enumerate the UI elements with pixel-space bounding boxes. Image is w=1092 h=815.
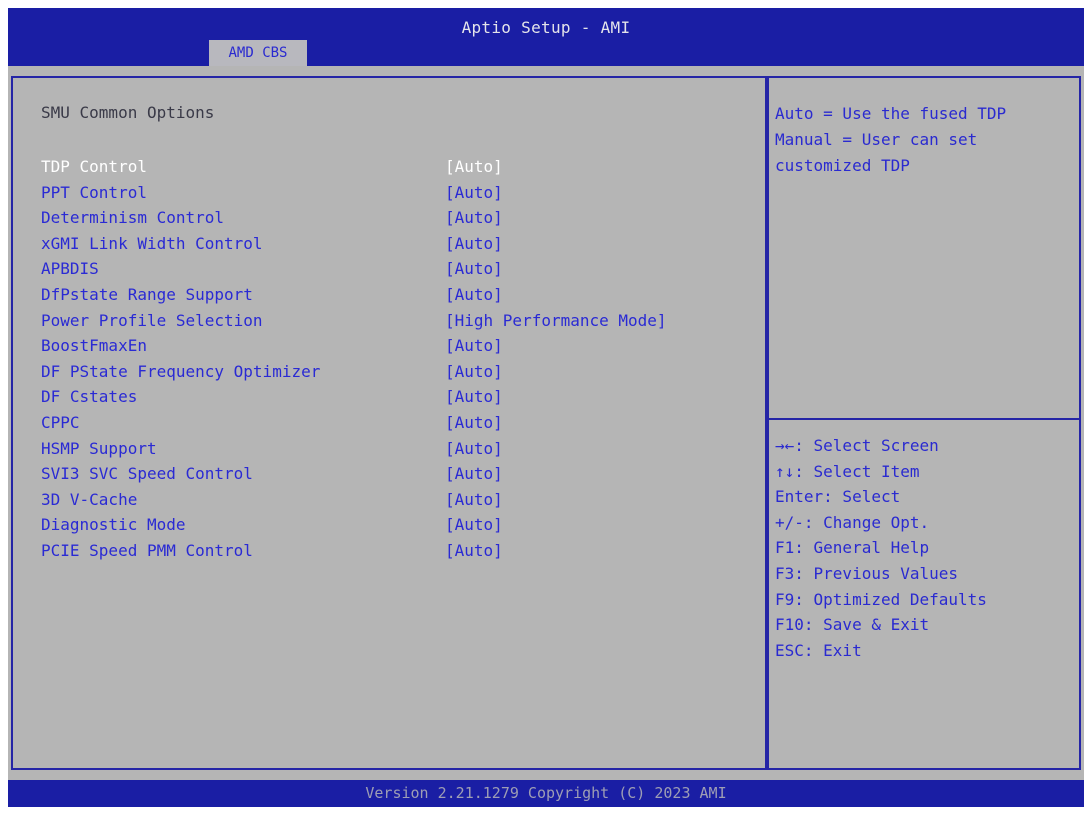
option-label: DF PState Frequency Optimizer xyxy=(41,361,321,381)
option-label: BoostFmaxEn xyxy=(41,336,147,356)
key-hint: F10: Save & Exit xyxy=(775,615,930,635)
option-value[interactable]: [Auto] xyxy=(445,359,503,385)
setup-option-row[interactable]: Determinism Control [Auto] xyxy=(41,205,741,231)
option-value[interactable]: [Auto] xyxy=(445,436,503,462)
header-bar: Aptio Setup - AMI AMD CBS xyxy=(8,8,1084,66)
setup-option-row[interactable]: xGMI Link Width Control [Auto] xyxy=(41,231,741,257)
option-label: PPT Control xyxy=(41,182,147,202)
key-hint: F1: General Help xyxy=(775,538,930,558)
app-title: Aptio Setup - AMI xyxy=(461,18,631,37)
tab-amd-cbs[interactable]: AMD CBS xyxy=(209,40,307,66)
option-label: SVI3 SVC Speed Control xyxy=(41,464,253,484)
option-value[interactable]: [High Performance Mode] xyxy=(445,308,667,334)
setup-option-row[interactable]: Power Profile Selection [High Performance… xyxy=(41,308,741,334)
option-value[interactable]: [Auto] xyxy=(445,410,503,436)
option-value[interactable]: [Auto] xyxy=(445,512,503,538)
key-hint: ↑↓: Select Item xyxy=(775,461,920,481)
help-divider xyxy=(769,418,1079,420)
option-value[interactable]: [Auto] xyxy=(445,154,503,180)
option-label: Diagnostic Mode xyxy=(41,515,186,535)
option-label: DfPstate Range Support xyxy=(41,284,253,304)
setup-option-row[interactable]: SVI3 SVC Speed Control [Auto] xyxy=(41,461,741,487)
setup-option-row[interactable]: PCIE Speed PMM Control [Auto] xyxy=(41,538,741,564)
option-label: APBDIS xyxy=(41,259,99,279)
setup-option-row[interactable]: HSMP Support [Auto] xyxy=(41,436,741,462)
option-value[interactable]: [Auto] xyxy=(445,231,503,257)
help-line: Manual = User can set xyxy=(775,130,978,149)
key-hint: Enter: Select xyxy=(775,487,901,507)
key-hint: F9: Optimized Defaults xyxy=(775,589,987,609)
option-value[interactable]: [Auto] xyxy=(445,333,503,359)
option-label: PCIE Speed PMM Control xyxy=(41,540,253,560)
section-title: SMU Common Options xyxy=(41,103,215,122)
option-label: Power Profile Selection xyxy=(41,310,263,330)
option-label: TDP Control xyxy=(41,157,147,176)
setup-option-row[interactable]: DF Cstates [Auto] xyxy=(41,384,741,410)
key-legend: →←: Select Screen ↑↓: Select Item Enter: S… xyxy=(775,433,1075,663)
item-help-text: Auto = Use the fused TDP Manual = User ca… xyxy=(775,101,1075,179)
option-value[interactable]: [Auto] xyxy=(445,205,503,231)
setup-option-row[interactable]: DfPstate Range Support [Auto] xyxy=(41,282,741,308)
help-panel: Auto = Use the fused TDP Manual = User ca… xyxy=(767,76,1081,770)
key-hint: F3: Previous Values xyxy=(775,563,959,583)
setup-option-row[interactable]: DF PState Frequency Optimizer [Auto] xyxy=(41,359,741,385)
option-label: Determinism Control xyxy=(41,208,225,228)
setup-option-row[interactable]: Diagnostic Mode [Auto] xyxy=(41,512,741,538)
option-value[interactable]: [Auto] xyxy=(445,384,503,410)
setup-option-row[interactable]: 3D V-Cache [Auto] xyxy=(41,487,741,513)
setup-option-row[interactable]: PPT Control [Auto] xyxy=(41,180,741,206)
key-hint: →←: Select Screen xyxy=(775,436,939,455)
bios-screen: Aptio Setup - AMI AMD CBS SMU Common Opt… xyxy=(8,8,1084,807)
option-value[interactable]: [Auto] xyxy=(445,487,503,513)
setup-option-row[interactable]: CPPC [Auto] xyxy=(41,410,741,436)
option-value[interactable]: [Auto] xyxy=(445,282,503,308)
options-panel: SMU Common Options TDP Control [Auto] PPT … xyxy=(11,76,767,770)
help-line: customized TDP xyxy=(775,156,910,175)
options-list: TDP Control [Auto] PPT Control [Auto] Determ… xyxy=(41,154,741,564)
option-value[interactable]: [Auto] xyxy=(445,256,503,282)
option-value[interactable]: [Auto] xyxy=(445,180,503,206)
help-line: Auto = Use the fused TDP xyxy=(775,104,1007,123)
setup-option-row[interactable]: BoostFmaxEn [Auto] xyxy=(41,333,741,359)
key-hint: ESC: Exit xyxy=(775,640,862,660)
option-label: xGMI Link Width Control xyxy=(41,233,263,253)
option-value[interactable]: [Auto] xyxy=(445,538,503,564)
option-label: HSMP Support xyxy=(41,438,157,458)
key-hint: +/-: Change Opt. xyxy=(775,512,930,532)
setup-option-row[interactable]: APBDIS [Auto] xyxy=(41,256,741,282)
footer-bar: Version 2.21.1279 Copyright (C) 2023 AMI xyxy=(8,780,1084,807)
option-value[interactable]: [Auto] xyxy=(445,461,503,487)
option-label: 3D V-Cache xyxy=(41,489,138,509)
setup-option-row[interactable]: TDP Control [Auto] xyxy=(41,154,741,180)
option-label: CPPC xyxy=(41,412,80,432)
option-label: DF Cstates xyxy=(41,387,138,407)
